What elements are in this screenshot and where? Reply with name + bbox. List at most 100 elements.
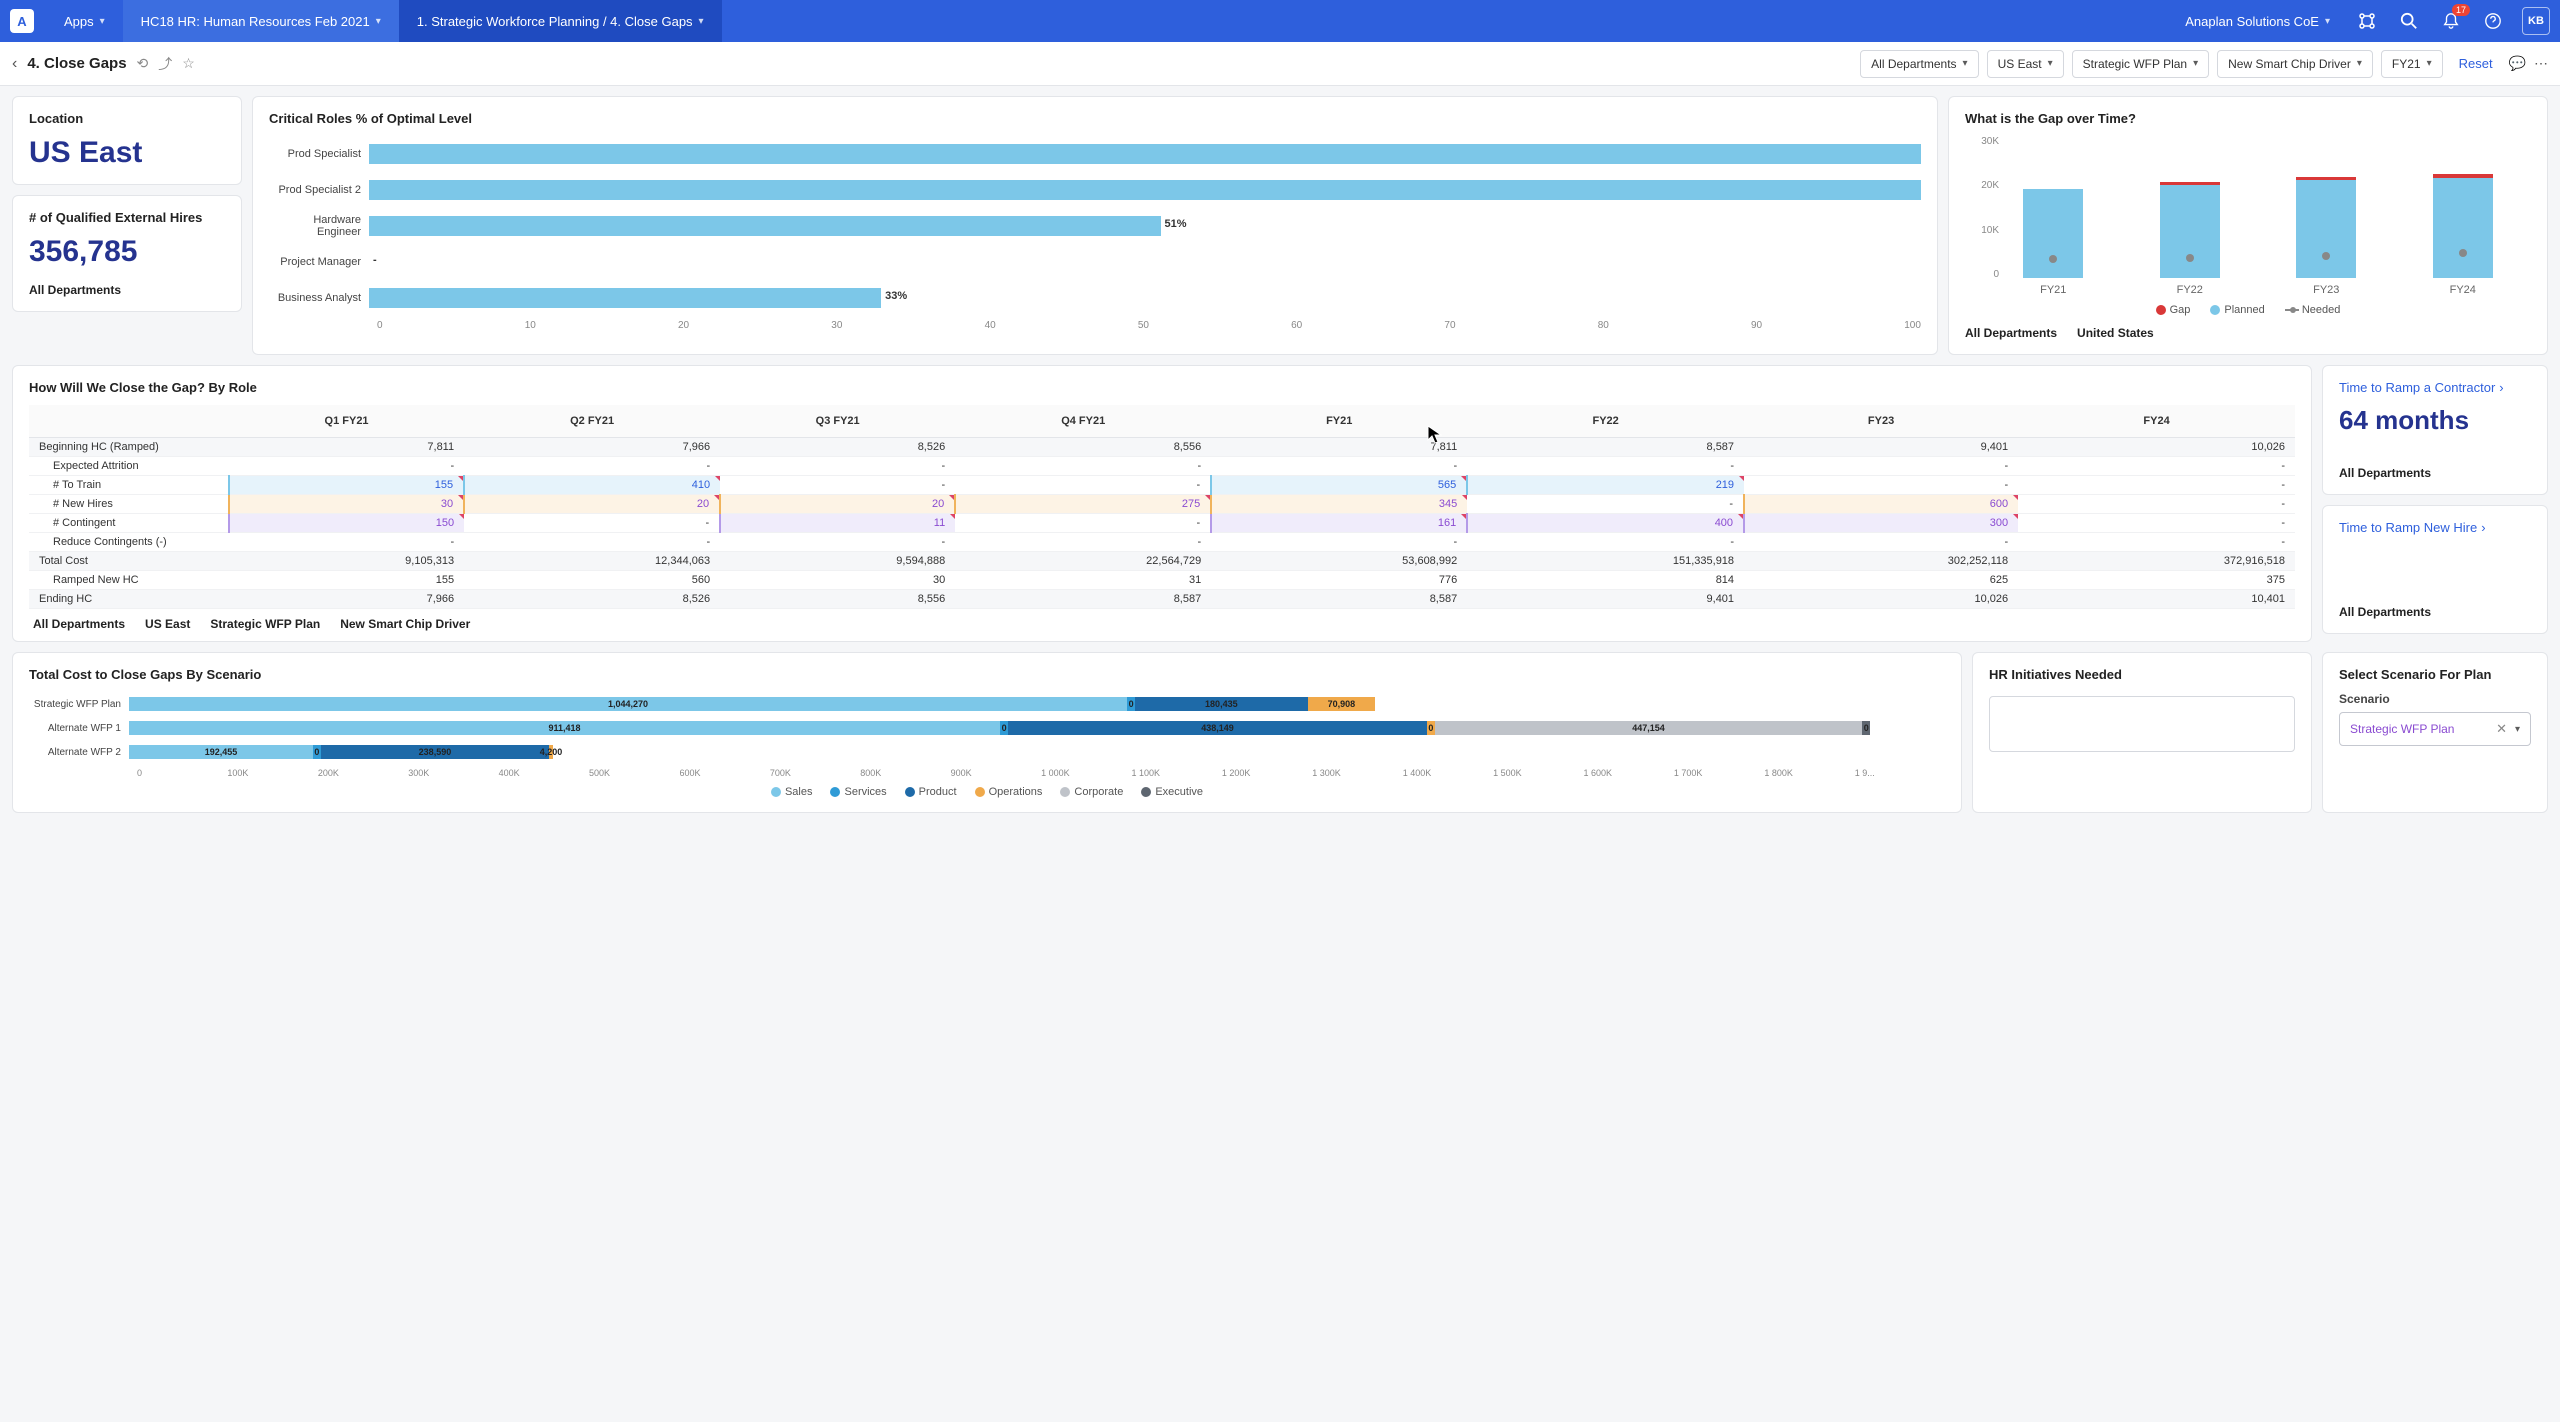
card-hires: # of Qualified External Hires 356,785 Al… xyxy=(12,195,242,312)
table-cell: - xyxy=(1744,457,2018,476)
table-cell: - xyxy=(2018,533,2295,552)
table-cell: 7,966 xyxy=(229,590,464,609)
help-icon[interactable] xyxy=(2480,8,2506,34)
table-cell[interactable]: - xyxy=(720,476,955,495)
table-cell[interactable]: 155 xyxy=(229,476,464,495)
nav-breadcrumb[interactable]: 1. Strategic Workforce Planning / 4. Clo… xyxy=(399,0,722,42)
scenario-label: Scenario xyxy=(2339,692,2531,706)
table-cell[interactable]: 400 xyxy=(1467,514,1744,533)
table-cell: 776 xyxy=(1211,571,1467,590)
critical-bar: Hardware Engineer51% xyxy=(269,208,1921,244)
page-title: 4. Close Gaps xyxy=(27,55,126,72)
table-cell[interactable]: 150 xyxy=(229,514,464,533)
table-cell[interactable]: - xyxy=(1744,476,2018,495)
dashboard: Location US East # of Qualified External… xyxy=(0,86,2560,823)
table-cell[interactable]: - xyxy=(464,514,720,533)
table-cell[interactable]: 410 xyxy=(464,476,720,495)
nav-model[interactable]: HC18 HR: Human Resources Feb 2021▾ xyxy=(123,0,399,42)
table-cell: 10,026 xyxy=(2018,438,2295,457)
gap-table[interactable]: Q1 FY21Q2 FY21Q3 FY21Q4 FY21FY21FY22FY23… xyxy=(29,405,2295,609)
ramp-hire-sub: All Departments xyxy=(2339,605,2531,619)
chevron-down-icon: ▾ xyxy=(2193,58,2198,69)
table-cell[interactable]: - xyxy=(2018,495,2295,514)
table-cell: 8,526 xyxy=(464,590,720,609)
table-cell[interactable]: 20 xyxy=(720,495,955,514)
table-cell[interactable]: 345 xyxy=(1211,495,1467,514)
card-ramp-contractor: Time to Ramp a Contractor› 64 months All… xyxy=(2322,365,2548,495)
comment-icon[interactable]: 💬 xyxy=(2509,55,2526,72)
back-icon[interactable]: ‹ xyxy=(12,55,17,73)
table-row: Ramped New HC1555603031776814625375 xyxy=(29,571,2295,590)
table-cell[interactable]: - xyxy=(1467,495,1744,514)
gap-title: What is the Gap over Time? xyxy=(1965,111,2531,126)
table-cell[interactable]: - xyxy=(955,514,1211,533)
total-cost-axis: 0100K200K300K400K500K600K700K800K900K1 0… xyxy=(137,768,1945,778)
table-cell[interactable]: 11 xyxy=(720,514,955,533)
table-cell[interactable]: 219 xyxy=(1467,476,1744,495)
gap-legend: Gap Planned Needed xyxy=(1965,304,2531,316)
filter-region[interactable]: US East▾ xyxy=(1987,50,2064,78)
stacked-bar-row: Alternate WFP 2192,4550238,5904,200 xyxy=(29,740,1945,764)
more-icon[interactable]: ⋯ xyxy=(2534,55,2548,72)
card-total-cost: Total Cost to Close Gaps By Scenario Str… xyxy=(12,652,1962,813)
table-cell: - xyxy=(955,457,1211,476)
scenario-title: Select Scenario For Plan xyxy=(2339,667,2531,682)
filter-driver[interactable]: New Smart Chip Driver▾ xyxy=(2217,50,2373,78)
critical-title: Critical Roles % of Optimal Level xyxy=(269,111,1921,126)
model-map-icon[interactable] xyxy=(2354,8,2380,34)
nav-workspace[interactable]: Anaplan Solutions CoE▾ xyxy=(2177,0,2338,42)
table-cell: - xyxy=(229,457,464,476)
search-icon[interactable] xyxy=(2396,8,2422,34)
scenario-select[interactable]: Strategic WFP Plan ✕ ▾ xyxy=(2339,712,2531,746)
hires-sub: All Departments xyxy=(29,283,225,297)
table-cell[interactable]: 30 xyxy=(229,495,464,514)
page-header: ‹ 4. Close Gaps ⟲ ⤴ ☆ All Departments▾ U… xyxy=(0,42,2560,86)
table-cell: - xyxy=(955,533,1211,552)
table-cell: 8,587 xyxy=(1467,438,1744,457)
table-cell[interactable]: - xyxy=(2018,476,2295,495)
filter-year[interactable]: FY21▾ xyxy=(2381,50,2443,78)
filter-plan[interactable]: Strategic WFP Plan▾ xyxy=(2072,50,2210,78)
hr-init-input[interactable] xyxy=(1989,696,2295,752)
card-scenario: Select Scenario For Plan Scenario Strate… xyxy=(2322,652,2548,813)
ramp-hire-link[interactable]: Time to Ramp New Hire› xyxy=(2339,520,2531,535)
reset-button[interactable]: Reset xyxy=(2451,56,2501,71)
table-cell: - xyxy=(229,533,464,552)
location-value: US East xyxy=(29,136,225,170)
share-icon[interactable]: ⤴ xyxy=(158,54,172,74)
table-cell[interactable]: 161 xyxy=(1211,514,1467,533)
table-cell[interactable]: 600 xyxy=(1744,495,2018,514)
table-cell[interactable]: - xyxy=(955,476,1211,495)
table-cell: 22,564,729 xyxy=(955,552,1211,571)
total-cost-title: Total Cost to Close Gaps By Scenario xyxy=(29,667,1945,682)
table-cell: - xyxy=(720,457,955,476)
clear-icon[interactable]: ✕ xyxy=(2496,721,2507,737)
app-logo[interactable]: A xyxy=(10,9,34,33)
location-title: Location xyxy=(29,111,225,126)
gap-bar-group: FY23 xyxy=(2278,138,2375,296)
table-cell: 7,966 xyxy=(464,438,720,457)
nav-apps[interactable]: Apps▾ xyxy=(46,0,123,42)
table-cell[interactable]: 275 xyxy=(955,495,1211,514)
table-cell[interactable]: 20 xyxy=(464,495,720,514)
table-cell: 8,556 xyxy=(955,438,1211,457)
table-cell[interactable]: 565 xyxy=(1211,476,1467,495)
table-cell: 9,401 xyxy=(1467,590,1744,609)
gap-chart: 30K20K10K0 FY21 FY22 FY23 FY24 xyxy=(1965,136,2531,296)
table-cell: - xyxy=(464,533,720,552)
table-cell: 7,811 xyxy=(229,438,464,457)
filter-department[interactable]: All Departments▾ xyxy=(1860,50,1978,78)
table-cell: 151,335,918 xyxy=(1467,552,1744,571)
table-cell[interactable]: 300 xyxy=(1744,514,2018,533)
table-cell[interactable]: - xyxy=(2018,514,2295,533)
table-cell: 10,026 xyxy=(1744,590,2018,609)
star-icon[interactable]: ☆ xyxy=(182,55,195,72)
table-cell: 30 xyxy=(720,571,955,590)
notifications-icon[interactable]: 17 xyxy=(2438,8,2464,34)
table-cell: - xyxy=(720,533,955,552)
user-avatar[interactable]: KB xyxy=(2522,7,2550,35)
chevron-down-icon: ▾ xyxy=(2357,58,2362,69)
ramp-contractor-link[interactable]: Time to Ramp a Contractor› xyxy=(2339,380,2531,395)
refresh-icon[interactable]: ⟲ xyxy=(137,55,149,72)
hr-init-title: HR Initiatives Needed xyxy=(1989,667,2295,682)
